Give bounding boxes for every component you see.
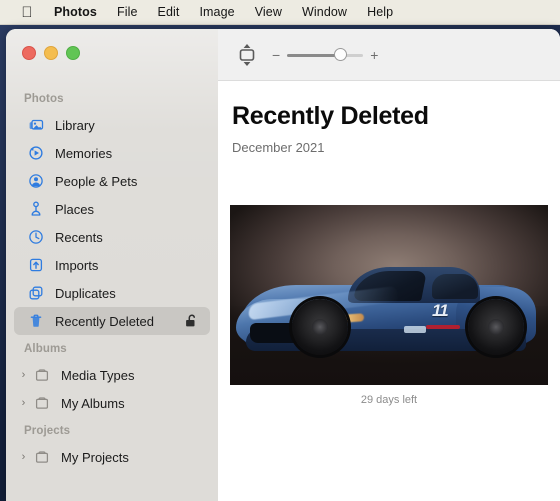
sidebar-item-my-projects[interactable]: › My Projects (14, 443, 210, 471)
sidebar-item-memories[interactable]: Memories (14, 139, 210, 167)
sidebar-item-label: People & Pets (55, 173, 138, 189)
sidebar-item-label: Imports (55, 257, 99, 273)
album-folder-icon (32, 395, 52, 411)
photo-stack-icon (26, 117, 46, 133)
sidebar-item-label: Duplicates (55, 285, 116, 301)
zoom-slider-control[interactable]: − + (272, 47, 378, 62)
chevron-right-icon[interactable]: › (18, 451, 29, 463)
car-red-stripe (426, 325, 460, 329)
sidebar-item-label: Library (55, 117, 95, 133)
sidebar: Photos Library Memories People & Pets Places… (6, 29, 218, 501)
sidebar-item-my-albums[interactable]: › My Albums (14, 389, 210, 417)
clock-icon (26, 229, 46, 245)
import-icon (26, 257, 46, 273)
car-side-vent (404, 326, 426, 333)
menu-item-image[interactable]: Image (189, 5, 244, 19)
car-illustration: 11 (236, 251, 536, 355)
menu-item-photos[interactable]: Photos (44, 5, 107, 19)
sidebar-list[interactable]: Photos Library Memories People & Pets Places… (6, 85, 218, 501)
sidebar-item-imports[interactable]: Imports (14, 251, 210, 279)
sidebar-item-recents[interactable]: Recents (14, 223, 210, 251)
aspect-ratio-icon[interactable] (238, 43, 256, 67)
main-pane: − + Recently Deleted December 2021 11 29… (218, 29, 560, 501)
sidebar-item-label: My Projects (61, 449, 129, 465)
zoom-out-label[interactable]: − (272, 48, 280, 62)
sidebar-item-library[interactable]: Library (14, 111, 210, 139)
menu-items: Photos File Edit Image View Window Help (44, 5, 403, 19)
photo-cell[interactable]: 11 29 days left (230, 205, 550, 406)
toolbar: − + (218, 29, 560, 81)
people-icon (26, 173, 46, 189)
window-controls (22, 46, 80, 60)
zoom-slider-track[interactable] (287, 47, 364, 62)
menu-item-view[interactable]: View (245, 5, 292, 19)
apple-logo-icon[interactable]:  (14, 5, 40, 20)
zoom-slider-knob[interactable] (334, 47, 348, 61)
page-title: Recently Deleted (232, 102, 429, 130)
sidebar-section-header-projects: Projects (24, 425, 71, 437)
sidebar-item-label: Memories (55, 145, 113, 161)
album-folder-icon (32, 367, 52, 383)
sidebar-item-places[interactable]: Places (14, 195, 210, 223)
wheel-hub (312, 319, 328, 335)
menu-item-window[interactable]: Window (292, 5, 357, 19)
sidebar-item-label: Places (55, 201, 95, 217)
content-area: Recently Deleted December 2021 11 29 day… (218, 82, 560, 501)
close-button[interactable] (22, 46, 36, 60)
car-side-window (432, 274, 478, 299)
page-subtitle: December 2021 (232, 140, 325, 155)
wheel-hub (488, 319, 504, 335)
sidebar-item-label: Recents (55, 229, 103, 245)
minimize-button[interactable] (44, 46, 58, 60)
maximize-button[interactable] (66, 46, 80, 60)
sidebar-item-media-types[interactable]: › Media Types (14, 361, 210, 389)
chevron-right-icon[interactable]: › (18, 397, 29, 409)
menu-item-help[interactable]: Help (357, 5, 403, 19)
sidebar-item-duplicates[interactable]: Duplicates (14, 279, 210, 307)
car-front-wheel (292, 299, 348, 355)
album-folder-icon (32, 449, 52, 465)
car-decal-number: 11 (432, 301, 449, 320)
map-pin-icon (26, 201, 46, 217)
memories-icon (26, 145, 46, 161)
menu-item-file[interactable]: File (107, 5, 148, 19)
sidebar-item-recently-deleted[interactable]: Recently Deleted (14, 307, 210, 335)
sidebar-item-people-pets[interactable]: People & Pets (14, 167, 210, 195)
sidebar-section-header-albums: Albums (24, 343, 67, 355)
sidebar-section-header-photos: Photos (24, 93, 64, 105)
zoom-in-label[interactable]: + (370, 48, 378, 62)
photo-grid: 11 29 days left (218, 205, 560, 406)
photos-window: Photos Library Memories People & Pets Places… (6, 29, 560, 501)
blue-sports-car-photo[interactable]: 11 (230, 205, 548, 385)
unlocked-padlock-icon[interactable] (184, 314, 200, 329)
sidebar-item-label: Recently Deleted (55, 313, 154, 329)
car-rear-wheel (468, 299, 524, 355)
menu-bar:  PhotosFileEditImageViewWindowHelp (0, 0, 560, 25)
duplicates-icon (26, 285, 46, 301)
photo-caption: 29 days left (360, 394, 418, 406)
chevron-right-icon[interactable]: › (18, 369, 29, 381)
menu-item-edit[interactable]: Edit (148, 5, 190, 19)
sidebar-item-label: Media Types (61, 367, 135, 383)
trash-icon (26, 313, 46, 329)
sidebar-item-label: My Albums (61, 395, 125, 411)
